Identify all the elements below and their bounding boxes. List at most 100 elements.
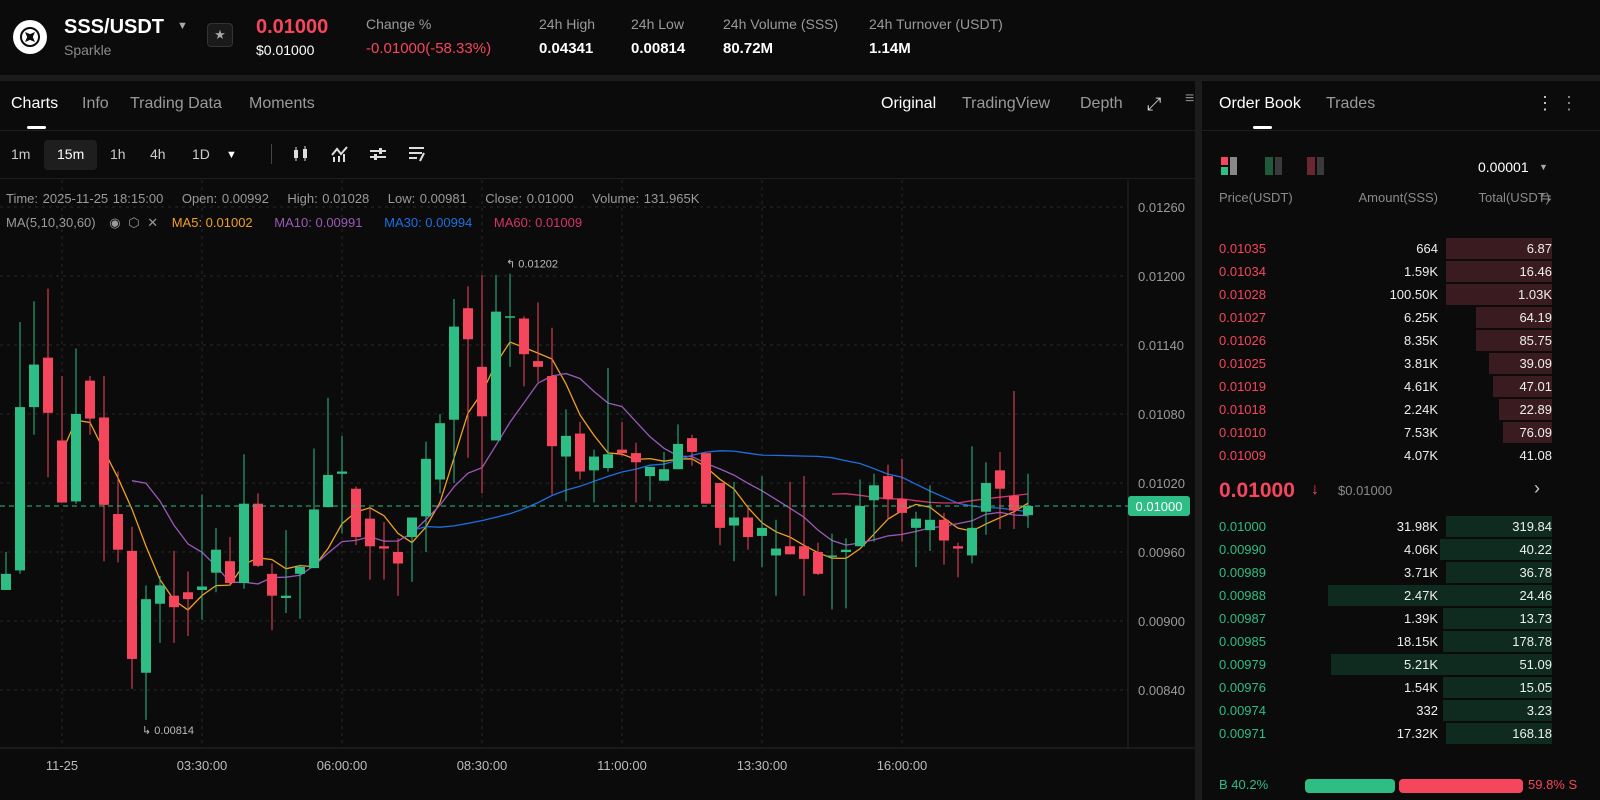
bid-row[interactable]: 0.00979 5.21K 51.09: [1202, 653, 1600, 676]
active-tab-indicator: [1253, 126, 1272, 129]
tab-trading-data[interactable]: Trading Data: [130, 95, 222, 113]
candle-down: [883, 476, 893, 500]
ask-row[interactable]: 0.01034 1.59K 16.46: [1202, 260, 1600, 283]
pair-name[interactable]: SSS/USDT: [64, 16, 164, 39]
row-total: 51.09: [1519, 657, 1552, 672]
bid-row[interactable]: 0.00990 4.06K 40.22: [1202, 538, 1600, 561]
row-price: 0.00987: [1219, 611, 1266, 626]
row-amount: 4.07K: [1404, 448, 1438, 463]
col-price: Price(USDT): [1219, 190, 1293, 205]
tab-charts[interactable]: Charts: [11, 95, 58, 113]
tab-order-book[interactable]: Order Book: [1219, 95, 1301, 113]
ma10-value: MA10: 0.00991: [274, 215, 363, 230]
indicators-icon[interactable]: [331, 145, 349, 163]
close-icon[interactable]: ✕: [147, 215, 158, 230]
precision-select[interactable]: 0.00001: [1478, 159, 1529, 175]
ask-row[interactable]: 0.01019 4.61K 47.01: [1202, 375, 1600, 398]
interval-15m[interactable]: 15m: [57, 146, 84, 162]
candle-up: [337, 471, 347, 474]
tab-info[interactable]: Info: [82, 95, 109, 113]
ma5-line: [61, 341, 1029, 611]
row-total: 47.01: [1519, 379, 1552, 394]
sparkle-logo-icon: [13, 20, 47, 54]
candle-down: [995, 470, 1005, 489]
buy-ratio: B 40.2%: [1219, 777, 1269, 792]
ma-legend: MA(5,10,30,60) ◉ ⬡ ✕ MA5: 0.01002 MA10: …: [6, 215, 582, 231]
pair-dropdown-icon[interactable]: ▼: [177, 20, 188, 32]
ask-row[interactable]: 0.01035 664 6.87: [1202, 237, 1600, 260]
divider: [0, 130, 1195, 131]
row-total: 64.19: [1519, 310, 1552, 325]
tab-depth[interactable]: Depth: [1080, 95, 1123, 113]
row-price: 0.01010: [1219, 425, 1266, 440]
row-price: 0.01009: [1219, 448, 1266, 463]
candle-up: [757, 527, 767, 536]
ask-row[interactable]: 0.01009 4.07K 41.08: [1202, 444, 1600, 467]
interval-dropdown-icon[interactable]: ▼: [226, 149, 237, 161]
candlestick-chart[interactable]: 0.01260 0.01200 0.01140 0.01080 0.01020 0.009…: [0, 180, 1195, 800]
row-amount: 332: [1416, 703, 1438, 718]
interval-1m[interactable]: 1m: [11, 146, 30, 162]
bid-row[interactable]: 0.00971 17.32K 168.18: [1202, 722, 1600, 745]
candle-down: [1009, 495, 1019, 511]
chevron-right-icon[interactable]: ›: [1534, 478, 1540, 499]
bid-row[interactable]: 0.00987 1.39K 13.73: [1202, 607, 1600, 630]
ask-row[interactable]: 0.01010 7.53K 76.09: [1202, 421, 1600, 444]
row-total: 41.08: [1519, 448, 1552, 463]
mid-price-usd: $0.01000: [1338, 483, 1393, 498]
candle-up: [911, 518, 921, 528]
row-amount: 17.32K: [1396, 726, 1438, 741]
tab-original[interactable]: Original: [881, 95, 936, 113]
candle-up: [71, 414, 81, 502]
candle-up: [841, 549, 851, 552]
candle-up: [309, 509, 319, 569]
tab-tradingview[interactable]: TradingView: [962, 95, 1050, 113]
bid-row[interactable]: 0.00988 2.47K 24.46: [1202, 584, 1600, 607]
bid-row[interactable]: 0.00974 332 3.23: [1202, 699, 1600, 722]
interval-1d[interactable]: 1D: [192, 146, 210, 162]
tab-moments[interactable]: Moments: [249, 95, 315, 113]
ask-row[interactable]: 0.01027 6.25K 64.19: [1202, 306, 1600, 329]
tab-trades[interactable]: Trades: [1326, 95, 1375, 113]
price-down-arrow-icon: ↓: [1311, 481, 1319, 498]
row-amount: 2.24K: [1404, 402, 1438, 417]
book-layout-toggles[interactable]: [1219, 156, 1329, 176]
ask-row[interactable]: 0.01025 3.81K 39.09: [1202, 352, 1600, 375]
drawing-tools-icon[interactable]: [408, 145, 426, 163]
more-options-icon[interactable]: ⋮: [1560, 93, 1578, 114]
interval-1h[interactable]: 1h: [110, 146, 126, 162]
row-amount: 31.98K: [1396, 519, 1438, 534]
swap-unit-icon[interactable]: ⇋: [1540, 189, 1552, 206]
candlestick-type-icon[interactable]: [292, 145, 310, 163]
row-total: 85.75: [1519, 333, 1552, 348]
row-amount: 664: [1416, 241, 1438, 256]
more-options-icon[interactable]: ⋮: [1536, 93, 1554, 114]
candle-up: [155, 585, 165, 604]
sell-ratio: 59.8% S: [1528, 777, 1578, 792]
info-close: Close: 0.01000: [485, 191, 574, 206]
row-amount: 2.47K: [1404, 588, 1438, 603]
fullscreen-icon[interactable]: ⤢: [1147, 94, 1161, 115]
ask-row[interactable]: 0.01028 100.50K 1.03K: [1202, 283, 1600, 306]
precision-dropdown-icon[interactable]: ▼: [1539, 162, 1548, 172]
bid-row[interactable]: 0.00985 18.15K 178.78: [1202, 630, 1600, 653]
y-tick-label: 0.01140: [1138, 338, 1184, 353]
info-low: Low: 0.00981: [387, 191, 467, 206]
panel-divider[interactable]: [1195, 81, 1202, 800]
candle-up: [603, 454, 613, 469]
row-total: 39.09: [1519, 356, 1552, 371]
settings-sliders-icon[interactable]: [369, 145, 387, 163]
eye-icon[interactable]: ◉: [109, 215, 120, 230]
settings-icon[interactable]: ⬡: [128, 215, 139, 230]
change-label: Change %: [366, 16, 432, 32]
bid-row[interactable]: 0.01000 31.98K 319.84: [1202, 515, 1600, 538]
menu-icon[interactable]: ≡: [1185, 90, 1194, 108]
ask-row[interactable]: 0.01018 2.24K 22.89: [1202, 398, 1600, 421]
ask-row[interactable]: 0.01026 8.35K 85.75: [1202, 329, 1600, 352]
ma-label: MA(5,10,30,60): [6, 215, 96, 230]
candle-down: [351, 488, 361, 538]
favorite-star-button[interactable]: ★: [207, 23, 233, 47]
bid-row[interactable]: 0.00989 3.71K 36.78: [1202, 561, 1600, 584]
bid-row[interactable]: 0.00976 1.54K 15.05: [1202, 676, 1600, 699]
interval-4h[interactable]: 4h: [150, 146, 166, 162]
